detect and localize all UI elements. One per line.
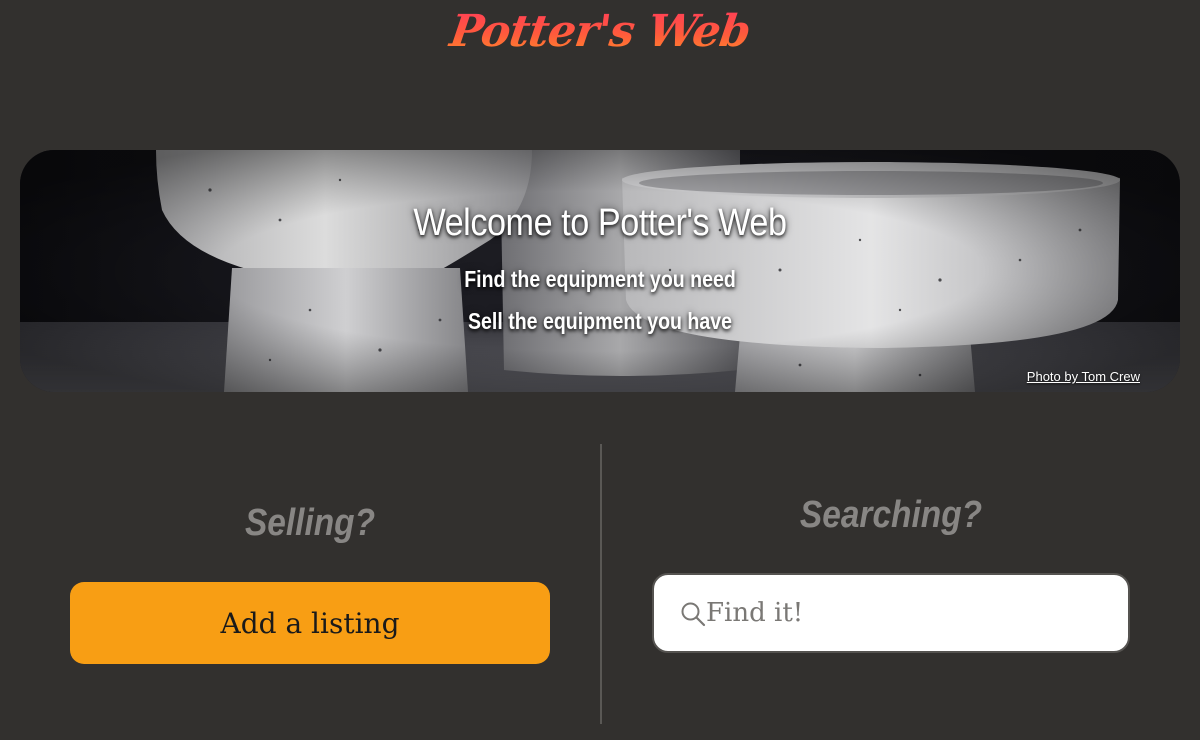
selling-heading: Selling? xyxy=(244,502,376,544)
hero-title: Welcome to Potter's Web xyxy=(413,202,787,244)
site-logo[interactable]: Potter's Web xyxy=(0,6,1200,57)
search-icon xyxy=(681,602,706,627)
search-box[interactable] xyxy=(652,573,1130,653)
hero-subtitle-sell: Sell the equipment you have xyxy=(467,308,732,334)
photo-credit-link[interactable]: Photo by Tom Crew xyxy=(1027,369,1140,384)
searching-heading: Searching? xyxy=(799,494,983,536)
search-input[interactable] xyxy=(706,575,1116,651)
hero-subtitle-find: Find the equipment you need xyxy=(464,266,736,292)
add-listing-button[interactable]: Add a listing xyxy=(70,582,550,664)
column-divider xyxy=(600,444,602,724)
hero-banner: Welcome to Potter's Web Find the equipme… xyxy=(20,150,1180,392)
page: Potter's Web Welcome to Potter's Web Fin… xyxy=(0,0,1200,740)
